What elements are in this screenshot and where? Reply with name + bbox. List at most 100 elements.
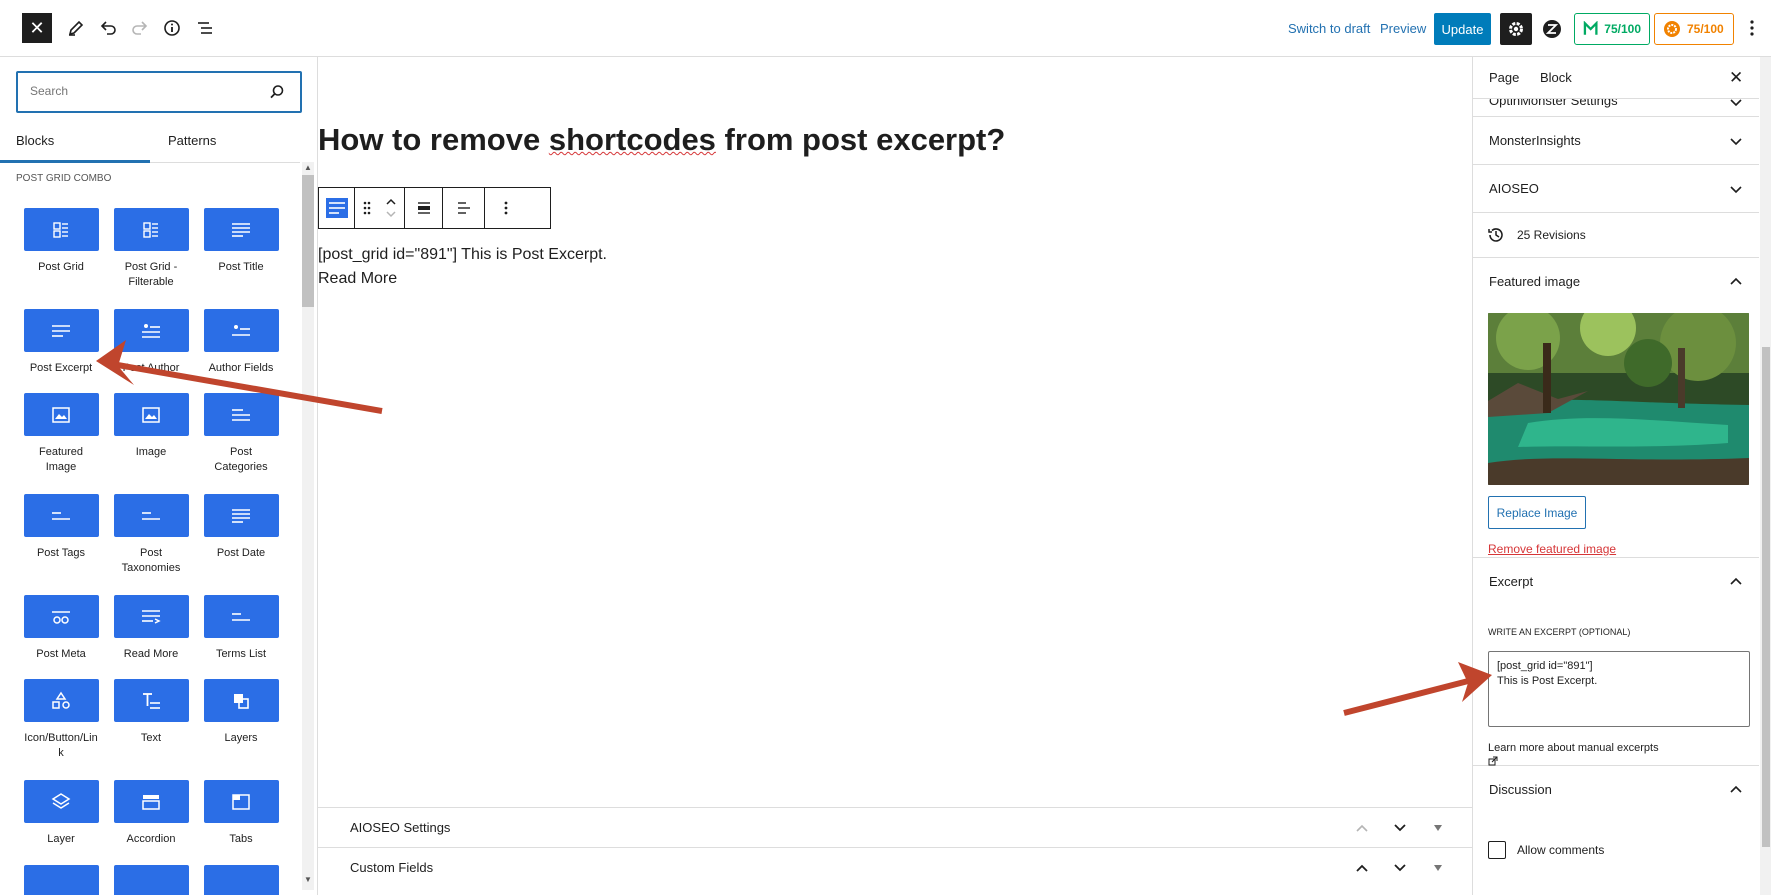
grid-icon [53, 221, 68, 238]
tab-blocks[interactable]: Blocks [0, 121, 150, 163]
block-read-more[interactable]: Read More [113, 595, 189, 662]
block-post-meta[interactable]: Post Meta [23, 595, 99, 662]
block-featured-image[interactable]: Featured Image [23, 393, 99, 475]
block-image[interactable]: Image [113, 393, 189, 460]
align-wide-icon[interactable] [405, 188, 443, 228]
tab-patterns[interactable]: Patterns [152, 121, 302, 163]
block-label: Read More [123, 648, 179, 660]
block-partial[interactable] [23, 865, 99, 895]
excerpt-textarea[interactable]: [post_grid id="891"] This is Post Excerp… [1488, 651, 1750, 727]
allow-comments-checkbox[interactable] [1488, 841, 1506, 859]
pencil-icon[interactable] [64, 16, 88, 40]
block-label: Post Taxonomies [121, 547, 181, 574]
switch-to-draft-link[interactable]: Switch to draft [1288, 21, 1370, 36]
more-options-icon[interactable] [1740, 16, 1764, 40]
editor-topbar: ✕ Switch to draft Preview Update 75/100 [0, 0, 1771, 57]
post-excerpt-block[interactable]: [post_grid id="891"] This is Post Excerp… [318, 243, 607, 291]
move-up-icon[interactable] [1352, 858, 1372, 878]
read-more-link[interactable]: Read More [318, 267, 607, 291]
sidebar-scrollbar-thumb[interactable] [1762, 347, 1770, 847]
chevron-up-icon[interactable] [1729, 275, 1743, 289]
aioseo-score-badge[interactable]: 75/100 [1654, 13, 1734, 45]
block-post-categories[interactable]: Post Categories [203, 393, 279, 475]
close-sidebar-icon[interactable]: ✕ [1729, 68, 1743, 88]
sidebar-tabs: Page Block ✕ [1473, 57, 1759, 99]
block-label: Post Tags [36, 547, 86, 559]
chevron-up-icon[interactable] [1729, 575, 1743, 589]
block-label: Post Excerpt [29, 362, 93, 374]
block-post-taxonomies[interactable]: Post Taxonomies [113, 494, 189, 576]
panel-title[interactable]: Excerpt [1489, 574, 1533, 589]
scroll-down-icon[interactable]: ▼ [302, 875, 314, 884]
toggle-panel-icon[interactable] [1428, 818, 1448, 838]
revisions-link[interactable]: 25 Revisions [1517, 228, 1586, 242]
panel-title[interactable]: Featured image [1489, 274, 1580, 289]
panel-monsterinsights[interactable]: MonsterInsights [1473, 117, 1759, 165]
list-view-icon[interactable] [193, 16, 217, 40]
replace-image-button[interactable]: Replace Image [1488, 496, 1586, 529]
chevron-up-icon[interactable] [1729, 783, 1743, 797]
inserter-scrollbar-thumb[interactable] [302, 175, 314, 307]
block-partial[interactable] [113, 865, 189, 895]
drag-handle-icon[interactable] [362, 200, 372, 216]
remove-featured-image-link[interactable]: Remove featured image [1488, 542, 1616, 556]
scroll-up-icon[interactable]: ▲ [302, 163, 314, 172]
block-layer[interactable]: Layer [23, 780, 99, 847]
tab-page[interactable]: Page [1489, 70, 1519, 85]
close-icon[interactable]: ✕ [22, 13, 52, 43]
block-tabs[interactable]: Tabs [203, 780, 279, 847]
undo-icon[interactable] [96, 16, 120, 40]
block-icon-button-link[interactable]: Icon/Button/Link [23, 679, 99, 761]
panel-title[interactable]: Discussion [1489, 782, 1552, 797]
block-post-date[interactable]: Post Date [203, 494, 279, 561]
toggle-panel-icon[interactable] [1428, 858, 1448, 878]
block-terms-list[interactable]: Terms List [203, 595, 279, 662]
block-type-icon[interactable] [319, 188, 355, 228]
block-options-icon[interactable] [485, 188, 527, 228]
text-align-icon[interactable] [443, 188, 485, 228]
block-post-title[interactable]: Post Title [203, 208, 279, 275]
update-button[interactable]: Update [1434, 13, 1491, 45]
block-text[interactable]: Text [113, 679, 189, 746]
block-label: Icon/Button/Link [24, 732, 98, 759]
settings-gear-icon[interactable] [1500, 13, 1532, 45]
redo-icon[interactable] [128, 16, 152, 40]
metabox-aioseo-settings[interactable]: AIOSEO Settings [318, 807, 1472, 848]
post-title[interactable]: How to remove shortcodes from post excer… [318, 122, 1005, 158]
info-icon[interactable] [160, 16, 184, 40]
block-post-excerpt[interactable]: Post Excerpt [23, 309, 99, 376]
block-author-fields[interactable]: Author Fields [203, 309, 279, 376]
image-icon [142, 406, 160, 423]
panel-aioseo[interactable]: AIOSEO [1473, 165, 1759, 213]
panel-optinmonster[interactable]: OptinMonster Settings [1473, 99, 1759, 117]
tab-block[interactable]: Block [1540, 70, 1572, 85]
block-partial[interactable] [203, 865, 279, 895]
move-up-down-icon[interactable] [385, 196, 397, 220]
block-layers[interactable]: Layers [203, 679, 279, 746]
chevron-down-icon [1730, 186, 1742, 194]
align-left-icon [142, 511, 160, 520]
learn-more-text: Learn more about manual excerpts [1488, 742, 1659, 754]
excerpt-field-label: WRITE AN EXCERPT (OPTIONAL) [1488, 627, 1631, 637]
move-down-icon[interactable] [1390, 818, 1410, 838]
block-category-title: POST GRID COMBO [16, 173, 112, 184]
panel-revisions[interactable]: 25 Revisions [1473, 213, 1759, 258]
block-post-author[interactable]: Post Author [113, 309, 189, 376]
block-post-grid[interactable]: Post Grid [23, 208, 99, 275]
block-post-grid-filterable[interactable]: Post Grid - Filterable [113, 208, 189, 290]
block-label: Layers [224, 732, 258, 744]
metabox-custom-fields[interactable]: Custom Fields [318, 847, 1472, 888]
block-post-tags[interactable]: Post Tags [23, 494, 99, 561]
author-fields-icon [232, 324, 250, 336]
plugin-z-icon[interactable] [1540, 17, 1564, 41]
block-accordion[interactable]: Accordion [113, 780, 189, 847]
search-icon [270, 85, 284, 99]
preview-link[interactable]: Preview [1380, 21, 1426, 36]
block-label: Post Date [216, 547, 266, 559]
move-down-icon[interactable] [1390, 858, 1410, 878]
seo-score-badge[interactable]: 75/100 [1574, 13, 1650, 45]
move-up-icon[interactable] [1352, 818, 1372, 838]
featured-image-preview[interactable] [1488, 313, 1749, 485]
search-input[interactable] [30, 84, 260, 98]
inserter-search[interactable] [16, 71, 302, 113]
